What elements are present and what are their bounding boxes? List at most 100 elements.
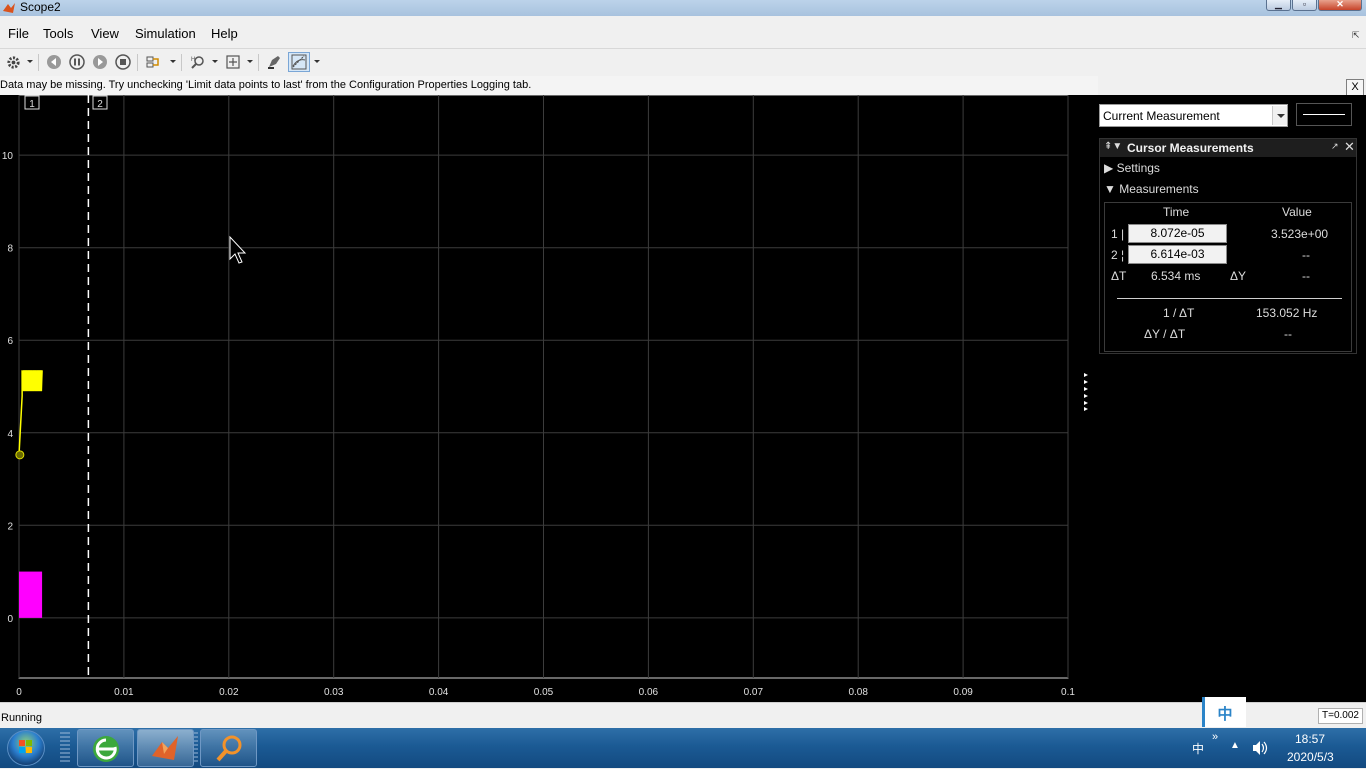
signal-select-icon[interactable] bbox=[145, 53, 163, 71]
pause-icon[interactable] bbox=[68, 53, 86, 71]
highlight-icon[interactable] bbox=[265, 53, 283, 71]
measurements-section[interactable]: ▼ Measurements bbox=[1104, 182, 1199, 196]
menu-bar: File Tools View Simulation Help ⇱ bbox=[0, 16, 1366, 48]
y-tick-label: 4 bbox=[7, 429, 13, 440]
measurement-select[interactable]: Current Measurement bbox=[1099, 104, 1288, 127]
zoom-icon[interactable]: H bbox=[189, 53, 207, 71]
chevron-down-icon[interactable] bbox=[27, 60, 33, 63]
toolstrip-collapse-icon[interactable]: ⇱ bbox=[1352, 30, 1360, 41]
y-tick-label: 0 bbox=[7, 614, 13, 625]
clock-time[interactable]: 18:57 bbox=[1295, 732, 1325, 746]
measurements-label: Measurements bbox=[1119, 182, 1199, 196]
mouse-pointer-icon bbox=[229, 235, 247, 264]
cursor1-value: 3.523e+00 bbox=[1271, 227, 1329, 241]
step-forward-icon[interactable] bbox=[91, 53, 109, 71]
maximize-button[interactable]: ▫ bbox=[1292, 0, 1317, 11]
slope-value: -- bbox=[1284, 327, 1292, 341]
svg-text:H: H bbox=[191, 57, 195, 63]
menu-simulation[interactable]: Simulation bbox=[135, 26, 196, 42]
taskbar-app-search[interactable] bbox=[200, 729, 257, 767]
inverse-delta-t-label: 1 / ΔT bbox=[1163, 306, 1195, 320]
cursor-measure-icon[interactable] bbox=[288, 52, 310, 72]
collapse-icon: ▼ bbox=[1104, 182, 1120, 196]
warning-bar: Data may be missing. Try unchecking 'Lim… bbox=[0, 76, 1098, 95]
step-back-icon[interactable] bbox=[45, 53, 63, 71]
chevron-down-icon[interactable] bbox=[1272, 106, 1287, 125]
cursor1-label: 1 bbox=[29, 99, 35, 110]
y-tick-label: 8 bbox=[7, 244, 13, 255]
tray-language[interactable]: 中 bbox=[1192, 740, 1204, 757]
chevron-down-icon[interactable] bbox=[212, 60, 218, 63]
taskbar-gripper bbox=[60, 732, 70, 764]
tray-expand-icon[interactable]: » bbox=[1212, 731, 1218, 743]
window-title: Scope2 bbox=[20, 0, 61, 14]
col-header-time: Time bbox=[1163, 205, 1190, 219]
close-window-button[interactable]: ✕ bbox=[1318, 0, 1362, 11]
warning-close-button[interactable]: X bbox=[1346, 79, 1364, 96]
x-tick-label: 0.03 bbox=[324, 687, 344, 698]
menu-help[interactable]: Help bbox=[211, 26, 238, 42]
cursor1-time-field[interactable]: 8.072e-05 bbox=[1128, 224, 1227, 243]
taskbar-gripper bbox=[194, 732, 198, 764]
cursor1-label: 1 | bbox=[1111, 227, 1125, 241]
ime-indicator[interactable]: 中 bbox=[1202, 697, 1246, 727]
delta-y-value: -- bbox=[1302, 269, 1310, 283]
toolbar-separator bbox=[181, 54, 182, 71]
taskbar-app-matlab[interactable] bbox=[137, 729, 194, 767]
chevron-down-icon[interactable] bbox=[170, 60, 176, 63]
chevron-down-icon[interactable] bbox=[247, 60, 253, 63]
toolbar-separator bbox=[258, 54, 259, 71]
status-text: Running bbox=[1, 712, 42, 724]
cursor2-label: 2 bbox=[97, 99, 103, 110]
volume-icon[interactable] bbox=[1252, 740, 1270, 759]
x-tick-label: 0.09 bbox=[953, 687, 973, 698]
y-tick-label: 2 bbox=[7, 521, 13, 532]
panel-splitter-handle[interactable] bbox=[1083, 372, 1089, 412]
menu-view[interactable]: View bbox=[91, 26, 119, 42]
menu-tools[interactable]: Tools bbox=[43, 26, 73, 42]
clock-date[interactable]: 2020/5/3 bbox=[1287, 750, 1334, 764]
gear-icon[interactable] bbox=[4, 53, 22, 71]
x-tick-label: 0.06 bbox=[639, 687, 659, 698]
x-tick-label: 0.08 bbox=[848, 687, 868, 698]
tray-show-hidden-icon[interactable]: ▲ bbox=[1230, 740, 1240, 751]
taskbar-app-browser[interactable] bbox=[77, 729, 134, 767]
toolbar: H bbox=[0, 48, 1366, 76]
cursor2-label: 2 ¦ bbox=[1111, 248, 1125, 262]
stop-icon[interactable] bbox=[114, 53, 132, 71]
col-header-value: Value bbox=[1282, 205, 1312, 219]
matlab-app-icon bbox=[2, 1, 16, 15]
x-tick-label: 0.1 bbox=[1061, 687, 1075, 698]
cursor1-marker bbox=[15, 450, 25, 460]
expand-icon: ▶ bbox=[1104, 161, 1117, 175]
chevron-down-icon[interactable] bbox=[314, 60, 320, 63]
series-magenta bbox=[19, 571, 43, 618]
measurements-table: Time Value 1 | 8.072e-05 3.523e+00 2 ¦ 6… bbox=[1104, 202, 1352, 352]
settings-section[interactable]: ▶ Settings bbox=[1104, 161, 1160, 175]
x-tick-label: 0.02 bbox=[219, 687, 239, 698]
close-icon[interactable]: ✕ bbox=[1344, 139, 1355, 155]
panel-header: ⇞▼ Cursor Measurements ↗ ✕ bbox=[1100, 139, 1356, 157]
mouse-pointer-shape bbox=[229, 235, 247, 264]
line-style-swatch[interactable] bbox=[1296, 103, 1352, 126]
cursor2-time-field[interactable]: 6.614e-03 bbox=[1128, 245, 1227, 264]
cursor2-value: -- bbox=[1302, 248, 1310, 262]
minimize-button[interactable]: ▁ bbox=[1266, 0, 1291, 11]
scope-plot[interactable]: 0 0.01 0.02 0.03 0.04 0.05 0.06 0.07 0.08 0.09 0.1… bbox=[0, 95, 1098, 702]
pin-collapse-icon[interactable]: ⇞▼ bbox=[1104, 141, 1122, 152]
scope-plot-area[interactable]: 0 0.01 0.02 0.03 0.04 0.05 0.06 0.07 0.08 0.09 0.1… bbox=[0, 95, 1098, 702]
cursor-measurements-panel: ⇞▼ Cursor Measurements ↗ ✕ ▶ Settings ▼ … bbox=[1099, 138, 1357, 354]
measurement-select-value: Current Measurement bbox=[1103, 109, 1220, 123]
start-button[interactable] bbox=[7, 730, 45, 766]
series-yellow-band bbox=[23, 370, 43, 392]
slope-label: ΔY / ΔT bbox=[1144, 327, 1186, 341]
menu-file[interactable]: File bbox=[8, 26, 29, 42]
y-tick-label: 10 bbox=[2, 151, 14, 162]
delta-y-label: ΔY bbox=[1230, 269, 1247, 283]
title-bar: Scope2 ▁ ▫ ✕ bbox=[0, 0, 1366, 16]
frequency-value: 153.052 Hz bbox=[1256, 306, 1318, 320]
undock-icon[interactable]: ↗ bbox=[1331, 141, 1339, 152]
autoscale-icon[interactable] bbox=[224, 53, 242, 71]
x-tick-label: 0.01 bbox=[114, 687, 134, 698]
warning-message: Data may be missing. Try unchecking 'Lim… bbox=[0, 79, 532, 91]
